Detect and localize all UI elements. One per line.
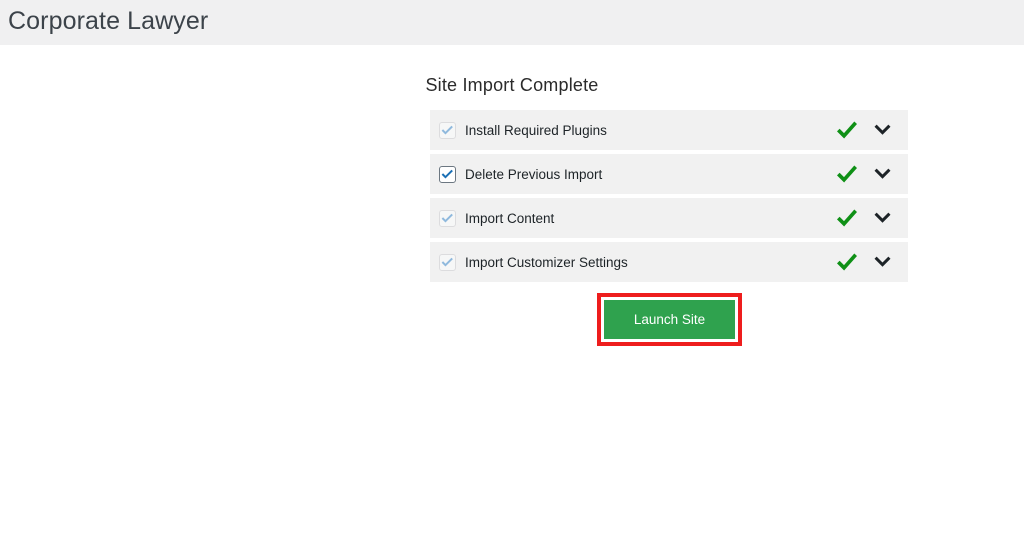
- list-item[interactable]: Import Customizer Settings: [430, 242, 908, 282]
- green-check-icon: [833, 163, 861, 185]
- chevron-down-icon[interactable]: [869, 251, 895, 273]
- step-label: Install Required Plugins: [465, 122, 607, 138]
- step-label: Import Content: [465, 210, 555, 226]
- step-checkbox-import-customizer-settings[interactable]: [439, 253, 456, 271]
- green-check-icon: [833, 251, 861, 273]
- list-item[interactable]: Import Content: [430, 198, 908, 238]
- step-label: Import Customizer Settings: [465, 254, 628, 270]
- step-checkbox-install-required-plugins[interactable]: [439, 121, 456, 139]
- chevron-down-icon[interactable]: [869, 207, 895, 229]
- chevron-down-icon[interactable]: [869, 163, 895, 185]
- green-check-icon: [833, 119, 861, 141]
- list-item[interactable]: Install Required Plugins: [430, 110, 908, 150]
- green-check-icon: [833, 207, 861, 229]
- list-item[interactable]: Delete Previous Import: [430, 154, 908, 194]
- launch-site-button[interactable]: Launch Site: [604, 300, 735, 339]
- page-title: Site Import Complete: [425, 75, 599, 95]
- main-content: Site Import Complete Install Required Pl…: [0, 45, 1024, 550]
- import-steps-list: Install Required Plugins Delete Previous…: [430, 110, 908, 286]
- launch-site-highlight: Launch Site: [597, 293, 742, 346]
- step-checkbox-import-content[interactable]: [439, 209, 456, 227]
- admin-header-bar: Corporate Lawyer: [0, 0, 1024, 45]
- step-checkbox-delete-previous-import[interactable]: [439, 165, 456, 183]
- step-label: Delete Previous Import: [465, 166, 603, 182]
- chevron-down-icon[interactable]: [869, 119, 895, 141]
- site-title: Corporate Lawyer: [8, 7, 209, 35]
